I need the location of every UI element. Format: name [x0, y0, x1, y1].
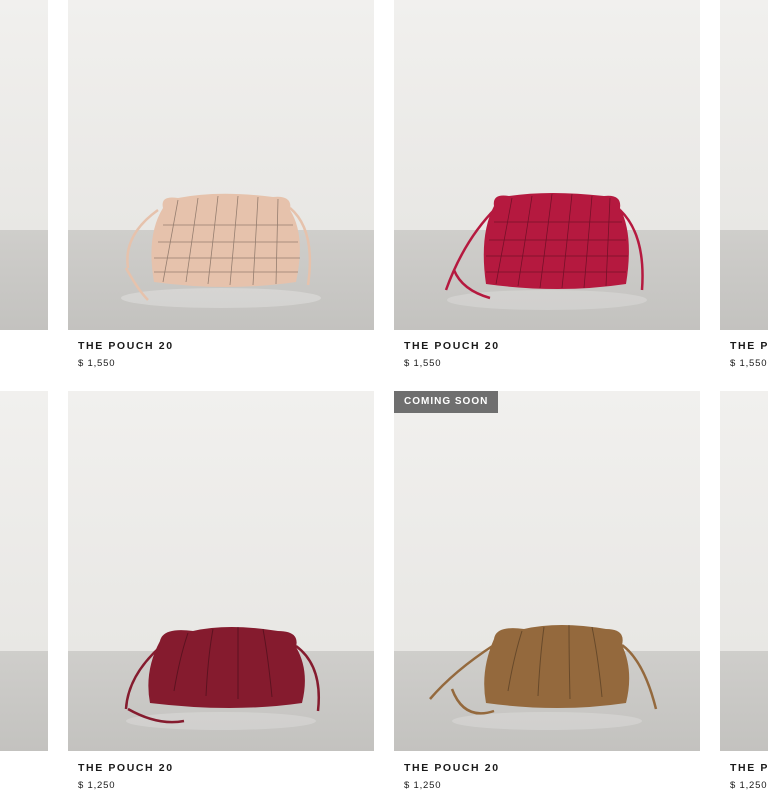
bag-body [483, 193, 629, 289]
product-price: $ 1,550 [730, 358, 768, 369]
product-card-partial-left-bottom[interactable] [0, 391, 48, 751]
product-card-partial-right-bottom[interactable]: THE P $ 1,250 [720, 391, 768, 801]
coming-soon-badge: COMING SOON [394, 391, 499, 413]
product-image [0, 0, 48, 330]
product-price: $ 1,550 [404, 358, 442, 369]
product-card[interactable]: THE POUCH 20 $ 1,250 [68, 391, 374, 801]
product-image [720, 391, 768, 751]
product-image [394, 0, 700, 330]
product-card-partial-left-top[interactable] [0, 0, 48, 330]
product-name[interactable]: THE POUCH 20 [78, 762, 174, 775]
bag-smooth-pouch [124, 627, 320, 730]
bag-body [484, 625, 630, 708]
product-card[interactable]: COMING SOON THE POUCH 20 $ 1,250 [394, 391, 700, 801]
product-name[interactable]: THE POUCH 20 [404, 340, 500, 353]
product-image [0, 391, 48, 751]
product-card-partial-right-top[interactable]: THE P $ 1,550 [720, 0, 768, 380]
product-card[interactable]: THE POUCH 20 $ 1,550 [394, 0, 700, 380]
product-image [68, 0, 374, 330]
product-image: COMING SOON [394, 391, 700, 751]
product-price: $ 1,550 [78, 358, 116, 369]
product-image [720, 0, 768, 330]
product-price: $ 1,250 [78, 780, 116, 791]
product-name[interactable]: THE P [730, 340, 768, 353]
product-card[interactable]: THE POUCH 20 $ 1,550 [68, 0, 374, 380]
product-name[interactable]: THE POUCH 20 [78, 340, 174, 353]
bag-woven-pouch [444, 193, 647, 310]
product-price: $ 1,250 [404, 780, 442, 791]
bag-body [148, 627, 305, 708]
bag-smooth-pouch [429, 624, 658, 730]
product-price: $ 1,250 [730, 780, 768, 791]
product-name[interactable]: THE P [730, 762, 768, 775]
bag-woven-pouch [121, 193, 321, 308]
product-image [68, 391, 374, 751]
product-name[interactable]: THE POUCH 20 [404, 762, 500, 775]
